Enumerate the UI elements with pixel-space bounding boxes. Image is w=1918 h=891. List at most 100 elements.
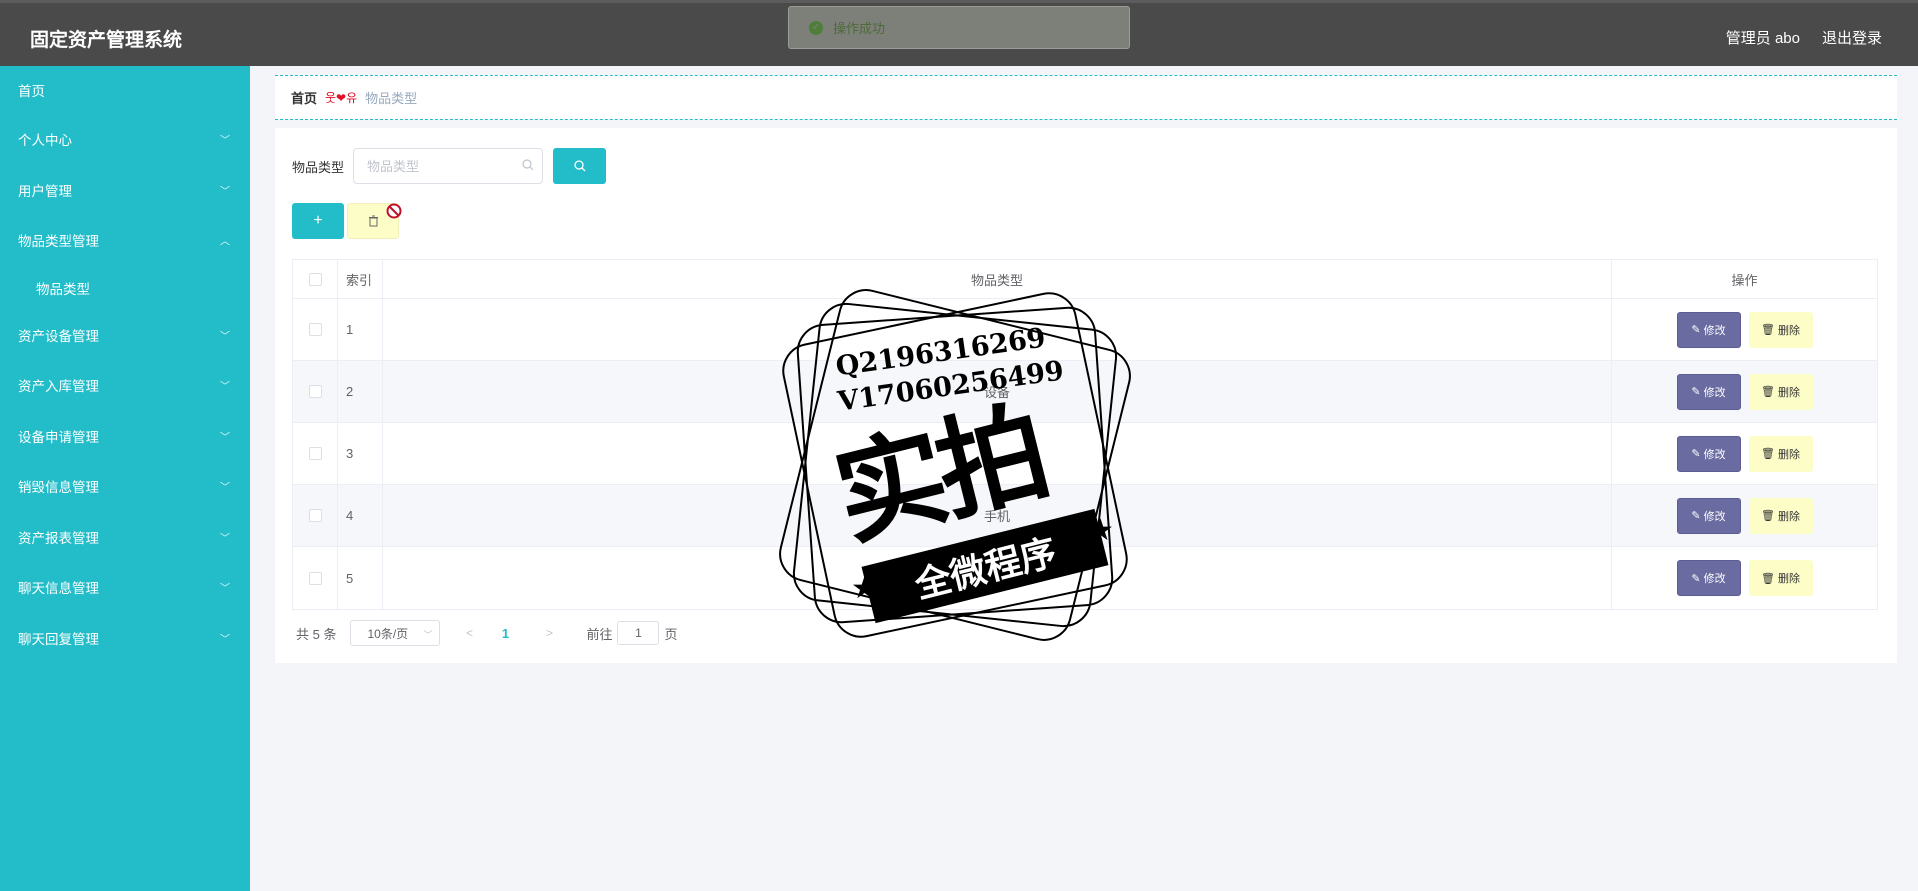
chevron-down-icon: ﹀ <box>220 583 230 595</box>
sidebar-item-item-type-management[interactable]: 物品类型管理 ︿ <box>0 215 250 266</box>
search-input[interactable] <box>367 149 517 183</box>
row-index: 4 <box>338 485 383 546</box>
row-checkbox[interactable] <box>308 323 322 336</box>
trash-icon <box>368 215 378 227</box>
edit-button[interactable]: ✎ 修改 <box>1676 435 1741 472</box>
edit-icon: ✎ <box>1691 448 1701 460</box>
delete-button[interactable]: 🗑 删除 <box>1748 373 1813 410</box>
row-index: 5 <box>338 547 383 609</box>
row-item-type <box>383 547 1612 609</box>
chevron-down-icon: ﹀ <box>220 482 230 494</box>
trash-icon: 🗑 <box>1761 386 1775 398</box>
toast-message: 操作成功 <box>833 21 886 36</box>
row-index: 3 <box>338 423 383 484</box>
next-page-button[interactable]: > <box>534 626 564 640</box>
sidebar-item-label: 设备申请管理 <box>18 429 99 445</box>
table-header-row: 索引 物品类型 操作 <box>293 260 1877 299</box>
sidebar-subitem-item-type[interactable]: 物品类型 <box>0 266 250 310</box>
row-item-type: 手机 <box>383 485 1612 546</box>
table-row: 3 ✎ 修改 🗑 删除 <box>293 423 1877 485</box>
search-field[interactable] <box>353 148 543 184</box>
row-item-type <box>383 423 1612 484</box>
prev-page-button[interactable]: < <box>454 626 484 640</box>
goto-page-input[interactable] <box>617 621 660 645</box>
delete-button-label: 删除 <box>1777 386 1800 399</box>
edit-button[interactable]: ✎ 修改 <box>1676 373 1741 410</box>
sidebar-item-label: 首页 <box>18 84 45 99</box>
edit-icon: ✎ <box>1691 386 1701 398</box>
delete-button[interactable]: 🗑 删除 <box>1748 435 1813 472</box>
sidebar-item-personal-center[interactable]: 个人中心 ﹀ <box>0 114 250 165</box>
column-header-actions: 操作 <box>1731 272 1758 288</box>
add-button[interactable]: + <box>292 203 344 239</box>
sidebar-item-label: 聊天信息管理 <box>18 581 99 597</box>
table-row: 2 设备 ✎ 修改 🗑 删除 <box>293 361 1877 423</box>
row-index: 2 <box>338 361 383 422</box>
content-panel: 物品类型 + 索引 物品类型 操作 1 ✎修改 🗑删除 2 <box>275 128 1897 663</box>
table-row: 4 手机 ✎ 修改 🗑 删除 <box>293 485 1877 547</box>
search-button[interactable] <box>553 148 606 184</box>
sidebar-item-destruction-info[interactable]: 销毁信息管理 ﹀ <box>0 461 250 512</box>
sidebar-item-chat-reply[interactable]: 聊天回复管理 ﹀ <box>0 613 250 664</box>
logout-link[interactable]: 退出登录 <box>1822 27 1882 48</box>
chevron-down-icon: ﹀ <box>220 533 230 545</box>
delete-button-label: 删除 <box>1777 448 1800 461</box>
edit-button[interactable]: ✎ 修改 <box>1676 560 1741 596</box>
chevron-down-icon: ﹀ <box>220 135 230 147</box>
edit-button[interactable]: ✎ 修改 <box>1676 311 1741 348</box>
sidebar-item-asset-equipment[interactable]: 资产设备管理 ﹀ <box>0 310 250 361</box>
current-user-label[interactable]: 管理员 abo <box>1726 27 1800 48</box>
sidebar-item-asset-stock-in[interactable]: 资产入库管理 ﹀ <box>0 360 250 411</box>
sidebar-item-label: 个人中心 <box>18 133 72 149</box>
table-row: 1 ✎ 修改 🗑 删除 <box>293 299 1877 361</box>
trash-icon: 🗑 <box>1761 324 1775 336</box>
sidebar-item-user-management[interactable]: 用户管理 ﹀ <box>0 165 250 216</box>
sidebar-item-equipment-application[interactable]: 设备申请管理 ﹀ <box>0 411 250 462</box>
pagination-total: 共 5 条 <box>296 626 337 642</box>
chevron-down-icon: ﹀ <box>423 630 433 640</box>
not-allowed-icon <box>386 203 402 219</box>
app-title: 固定资产管理系统 <box>30 30 183 51</box>
search-icon <box>522 159 534 171</box>
chevron-down-icon: ﹀ <box>220 381 230 393</box>
chevron-down-icon: ﹀ <box>220 432 230 444</box>
row-checkbox[interactable] <box>308 509 322 522</box>
row-index: 1 <box>338 299 383 360</box>
breadcrumb-current: 物品类型 <box>365 91 418 106</box>
edit-button[interactable]: ✎ 修改 <box>1676 497 1741 534</box>
sidebar-item-chat-info[interactable]: 聊天信息管理 ﹀ <box>0 562 250 613</box>
page-number-current[interactable]: 1 <box>490 626 520 641</box>
row-checkbox[interactable] <box>308 447 322 460</box>
success-toast: ✓ 操作成功 <box>788 6 1130 49</box>
delete-button-label: 删除 <box>1777 573 1800 585</box>
breadcrumb-home[interactable]: 首页 <box>291 88 317 107</box>
chevron-up-icon: ︿ <box>220 236 230 248</box>
edit-button-label: 修改 <box>1703 510 1726 523</box>
sidebar-item-label: 聊天回复管理 <box>18 631 99 647</box>
search-icon <box>573 160 585 172</box>
header-user-area: 管理员 abo 退出登录 <box>1726 27 1882 48</box>
chevron-down-icon: ﹀ <box>220 331 230 343</box>
breadcrumb-separator: 웃❤유 <box>325 91 358 105</box>
goto-suffix: 页 <box>664 626 678 642</box>
page-size-select[interactable]: 10条/页 ﹀ <box>350 620 441 646</box>
table-row: 5 ✎ 修改 🗑 删除 <box>293 547 1877 609</box>
chevron-down-icon: ﹀ <box>220 186 230 198</box>
sidebar-item-home[interactable]: 首页 <box>0 66 250 114</box>
delete-button[interactable]: 🗑 删除 <box>1748 560 1813 596</box>
select-all-checkbox[interactable] <box>308 272 322 286</box>
page-size-value: 10条/页 <box>367 626 409 641</box>
column-header-item-type: 物品类型 <box>383 260 1612 298</box>
delete-button[interactable]: 🗑 删除 <box>1748 497 1813 534</box>
sidebar-item-asset-report[interactable]: 资产报表管理 ﹀ <box>0 512 250 563</box>
sidebar-item-label: 资产设备管理 <box>18 328 99 344</box>
trash-icon: 🗑 <box>1761 510 1775 522</box>
row-checkbox[interactable] <box>308 571 322 585</box>
sidebar-item-label: 资产报表管理 <box>18 530 99 546</box>
row-item-type: 设备 <box>383 361 1612 422</box>
pagination: 共 5 条 10条/页 ﹀ < 1 > 前往 页 <box>296 619 678 647</box>
delete-button[interactable]: 🗑 删除 <box>1748 311 1813 348</box>
trash-icon: 🗑 <box>1761 448 1775 460</box>
row-checkbox[interactable] <box>308 385 322 398</box>
chevron-down-icon: ﹀ <box>220 634 230 646</box>
